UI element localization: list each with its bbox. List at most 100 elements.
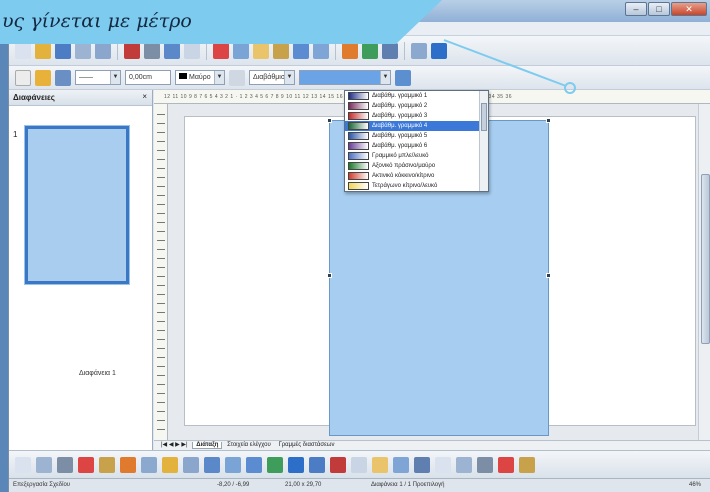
glue-points-icon[interactable] [351, 456, 367, 473]
redo-icon[interactable] [313, 42, 329, 59]
dropdown-item[interactable]: Διαβάθμ. γραμμικό 6 [345, 141, 488, 151]
navigator-icon[interactable] [382, 42, 398, 59]
callouts-icon[interactable] [288, 456, 304, 473]
styles-icon[interactable] [15, 69, 31, 86]
open-icon[interactable] [35, 42, 51, 59]
line-color-select[interactable]: Μαύρο ▼ [175, 70, 225, 85]
tab-dimension-lines[interactable]: Γραμμές διαστάσεων [275, 442, 337, 448]
ruler-tick [157, 141, 165, 142]
line-icon[interactable] [35, 69, 51, 86]
dropdown-item[interactable]: Γραμμικό μπλε/λευκό [345, 151, 488, 161]
area-style-select[interactable]: Διαβάθμιση ▼ [249, 70, 295, 85]
close-button[interactable]: ✕ [671, 2, 707, 16]
minimize-button[interactable]: – [625, 2, 647, 16]
spellcheck-icon[interactable] [164, 42, 180, 59]
dropdown-item[interactable]: Τετράγωνο κίτρινο/λευκό [345, 181, 488, 191]
align-icon[interactable] [477, 456, 493, 473]
toolbar-separator [206, 41, 207, 60]
points-icon[interactable] [330, 456, 346, 473]
dropdown-item[interactable]: Διαβάθμ. γραμμικό 2 [345, 101, 488, 111]
dropdown-scroll-thumb[interactable] [481, 103, 487, 131]
lines-arrows-icon[interactable] [183, 456, 199, 473]
zoom-icon[interactable] [411, 42, 427, 59]
autospell-icon[interactable] [184, 42, 200, 59]
copy-icon[interactable] [233, 42, 249, 59]
ruler-tick [157, 393, 165, 394]
chart-icon[interactable] [342, 42, 358, 59]
text-icon[interactable] [120, 456, 136, 473]
print-icon[interactable] [144, 42, 160, 59]
area-icon[interactable] [229, 69, 245, 86]
ruler-tick [157, 168, 165, 169]
arrow-icon[interactable] [57, 456, 73, 473]
slides-pane-title: Διαφάνειες [13, 93, 55, 102]
ruler-tick [157, 303, 165, 304]
line-width-input[interactable]: 0,00cm [125, 70, 171, 85]
area-fill-select[interactable]: ▼ [299, 70, 391, 85]
clone-format-icon[interactable] [273, 42, 289, 59]
area-fill-dropdown[interactable]: Διαβάθμ. γραμμικό 1 Διαβάθμ. γραμμικό 2 Δι… [344, 90, 489, 192]
gallery-icon[interactable] [414, 456, 430, 473]
paste-icon[interactable] [253, 42, 269, 59]
symbol-shapes-icon[interactable] [225, 456, 241, 473]
ruler-tick [157, 276, 165, 277]
connector-icon[interactable] [162, 456, 178, 473]
arrange-icon[interactable] [498, 456, 514, 473]
slide-thumbnail[interactable] [25, 126, 129, 284]
cut-icon[interactable] [213, 42, 229, 59]
extrusion-icon[interactable] [435, 456, 451, 473]
resize-handle[interactable] [327, 118, 332, 123]
rotate-icon[interactable] [456, 456, 472, 473]
basic-shapes-icon[interactable] [204, 456, 220, 473]
rectangle-icon[interactable] [78, 456, 94, 473]
curve-icon[interactable] [141, 456, 157, 473]
ellipse-icon[interactable] [99, 456, 115, 473]
resize-handle[interactable] [546, 118, 551, 123]
stars-icon[interactable] [309, 456, 325, 473]
dropdown-item[interactable]: Ακτινικό κόκκινο/κίτρινο [345, 171, 488, 181]
toolbar-separator [335, 41, 336, 60]
maximize-button[interactable]: □ [648, 2, 670, 16]
dropdown-scrollbar[interactable] [479, 91, 488, 191]
ruler-tick [157, 195, 165, 196]
close-pane-icon[interactable]: × [142, 92, 147, 101]
help-icon[interactable] [431, 42, 447, 59]
globe-icon[interactable] [362, 42, 378, 59]
undo-icon[interactable] [293, 42, 309, 59]
from-file-icon[interactable] [393, 456, 409, 473]
tab-layout[interactable]: Διάταξη [192, 442, 223, 449]
shadow-icon[interactable] [395, 69, 411, 86]
callout-text: υς γίνεται με μέτρο [2, 10, 192, 32]
shadow-icon[interactable] [519, 456, 535, 473]
dropdown-item[interactable]: Διαβάθμ. γραμμικό 5 [345, 131, 488, 141]
fontwork-icon[interactable] [372, 456, 388, 473]
vertical-scrollbar[interactable] [698, 104, 710, 440]
ruler-tick [157, 402, 165, 403]
callout-banner: υς γίνεται με μέτρο [0, 0, 442, 44]
dropdown-item[interactable]: Διαβάθμ. γραμμικό 4 [345, 121, 488, 131]
ruler-tick [157, 312, 165, 313]
dropdown-item[interactable]: Αξονικό πράσινο/μαύρο [345, 161, 488, 171]
ruler-tick [157, 375, 165, 376]
tab-controls[interactable]: Στοιχεία ελέγχου [224, 442, 274, 448]
block-arrows-icon[interactable] [246, 456, 262, 473]
scrollbar-thumb[interactable] [701, 174, 710, 344]
flowchart-icon[interactable] [267, 456, 283, 473]
vertical-ruler[interactable] [154, 104, 168, 440]
select-icon[interactable] [15, 456, 31, 473]
edit-file-icon[interactable] [95, 42, 111, 59]
resize-handle[interactable] [546, 273, 551, 278]
tab-navigation[interactable]: |◀ ◀ ▶ ▶| [158, 442, 191, 448]
dropdown-item[interactable]: Διαβάθμ. γραμμικό 3 [345, 111, 488, 121]
line-icon[interactable] [36, 456, 52, 473]
line-style-select[interactable]: —— ▼ [75, 70, 121, 85]
zoom-level[interactable]: 46% [689, 479, 701, 492]
dropdown-list: Διαβάθμ. γραμμικό 1 Διαβάθμ. γραμμικό 2 Δι… [345, 91, 488, 191]
email-icon[interactable] [75, 42, 91, 59]
arrow-style-icon[interactable] [55, 69, 71, 86]
new-icon[interactable] [15, 42, 31, 59]
resize-handle[interactable] [327, 273, 332, 278]
export-pdf-icon[interactable] [124, 42, 140, 59]
save-icon[interactable] [55, 42, 71, 59]
dropdown-item[interactable]: Διαβάθμ. γραμμικό 1 [345, 91, 488, 101]
